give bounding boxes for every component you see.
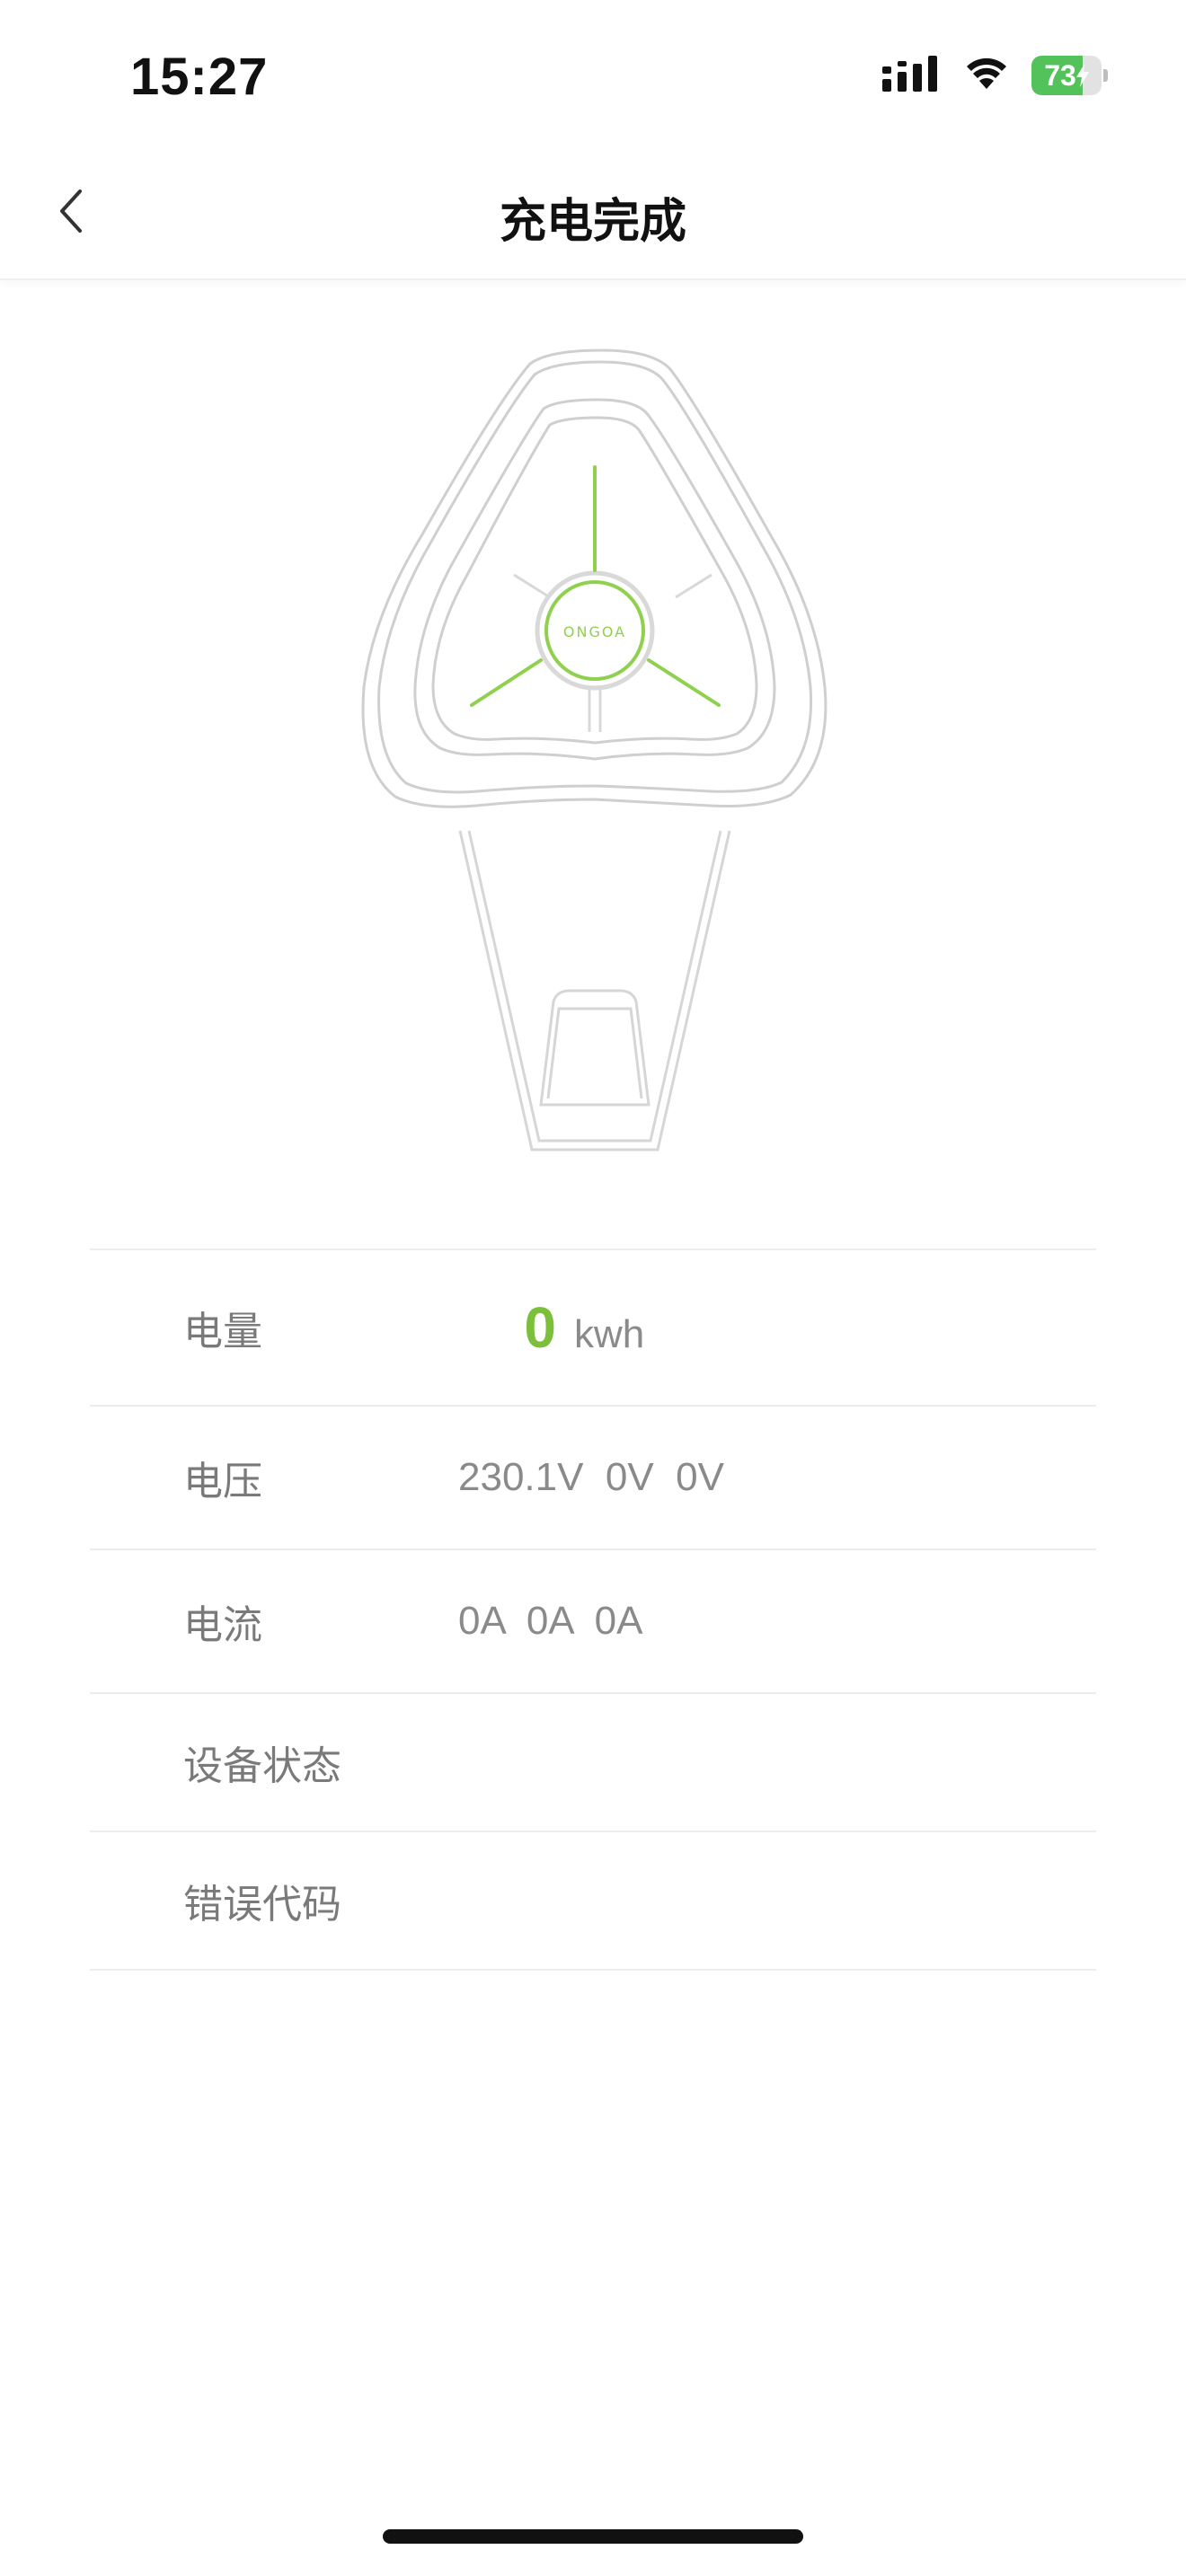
- battery-body: 73: [1031, 56, 1102, 95]
- info-row-energy: 电量 0 kwh: [90, 1250, 1096, 1407]
- svg-text:ONGOA: ONGOA: [563, 623, 626, 640]
- info-row-voltage: 电压 230.1V 0V 0V: [90, 1407, 1096, 1550]
- energy-value-group: 0 kwh: [458, 1249, 644, 1406]
- current-value: 0A 0A 0A: [458, 1599, 643, 1643]
- wifi-icon: [965, 57, 1008, 94]
- info-row-error-code: 错误代码: [90, 1832, 1096, 1971]
- charging-bolt-icon: [1075, 64, 1089, 87]
- charger-illustration: ONGOA: [341, 346, 845, 1163]
- voltage-value: 230.1V 0V 0V: [458, 1455, 724, 1499]
- charger-stand: [458, 830, 731, 1151]
- charger-center-ring: ONGOA: [535, 570, 655, 691]
- error-code-label: 错误代码: [183, 1882, 341, 1928]
- status-time: 15:27: [130, 48, 269, 106]
- device-status-label: 设备状态: [183, 1743, 341, 1789]
- home-indicator[interactable]: [383, 2529, 803, 2544]
- info-row-device-status: 设备状态: [90, 1694, 1096, 1832]
- battery-icon: 73: [1031, 56, 1109, 95]
- cellular-signal-icon: [882, 56, 942, 95]
- status-bar: 15:27 73: [0, 0, 1186, 153]
- battery-level-text: 73: [1031, 56, 1102, 95]
- current-label: 电流: [183, 1602, 262, 1648]
- navigation-bar: 充电完成: [0, 153, 1186, 280]
- status-icons: 73: [882, 56, 1109, 95]
- energy-value: 0: [524, 1295, 556, 1360]
- charging-info-table: 电量 0 kwh 电压 230.1V 0V 0V 电流 0A 0A 0A 设备状态…: [90, 1248, 1096, 1971]
- battery-cap: [1103, 69, 1108, 82]
- energy-unit: kwh: [573, 1312, 645, 1356]
- info-row-current: 电流 0A 0A 0A: [90, 1550, 1096, 1694]
- page-title: 充电完成: [499, 195, 686, 249]
- energy-label: 电量: [183, 1309, 262, 1354]
- voltage-label: 电压: [183, 1459, 262, 1504]
- battery-level: 73: [1044, 58, 1076, 92]
